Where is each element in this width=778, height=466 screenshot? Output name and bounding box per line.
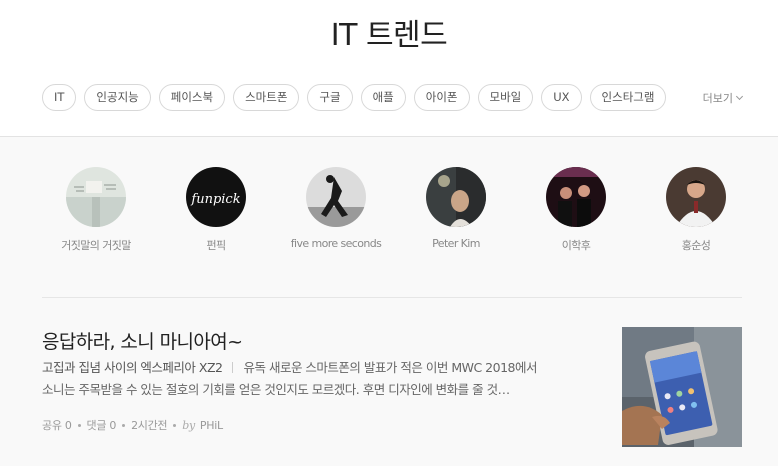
creator-item[interactable]: five more seconds <box>276 167 396 250</box>
creator-name: 홍순성 <box>681 239 711 252</box>
tag-it[interactable]: IT <box>42 84 77 111</box>
creator-list: 거짓말의 거짓말 funpick 펀픽 five more seconds Pe… <box>36 167 756 267</box>
excerpt-text-1: 유독 새로운 스마트폰의 발표가 적은 이번 MWC 2018에서 <box>243 360 537 375</box>
tag-smartphone[interactable]: 스마트폰 <box>233 84 300 111</box>
header: IT 트렌드 IT 인공지능 페이스북 스마트폰 구글 애플 아이폰 모바일 U… <box>0 0 778 137</box>
dot-separator <box>77 424 81 427</box>
author-link[interactable]: PHiL <box>200 419 223 432</box>
tag-list: IT 인공지능 페이스북 스마트폰 구글 애플 아이폰 모바일 UX 인스타그램 <box>42 84 674 111</box>
article-excerpt[interactable]: 고집과 집념 사이의 엑스페리아 XZ2 유독 새로운 스마트폰의 발표가 적은 … <box>42 357 587 401</box>
tag-ux[interactable]: UX <box>541 84 582 111</box>
separator <box>232 362 234 373</box>
excerpt-line-1: 고집과 집념 사이의 엑스페리아 XZ2 유독 새로운 스마트폰의 발표가 적은 … <box>42 357 587 379</box>
avatar: funpick <box>186 167 246 227</box>
more-tags-button[interactable]: 더보기 <box>702 90 744 106</box>
creator-item[interactable]: 홍순성 <box>636 167 756 253</box>
tag-instagram[interactable]: 인스타그램 <box>589 84 667 111</box>
article-subtitle: 고집과 집념 사이의 엑스페리아 XZ2 <box>42 360 223 375</box>
more-label: 더보기 <box>702 92 733 105</box>
tag-apple[interactable]: 애플 <box>360 84 406 111</box>
tag-iphone[interactable]: 아이폰 <box>413 84 470 111</box>
creator-name: 거짓말의 거짓말 <box>61 239 131 252</box>
creator-item[interactable]: funpick 펀픽 <box>156 167 276 253</box>
article-title[interactable]: 응답하라, 소니 마니아여~ <box>42 331 243 353</box>
post-time: 2시간전 <box>131 419 168 432</box>
avatar <box>306 167 366 227</box>
article-meta: 공유 0 댓글 0 2시간전 by PHiL <box>42 417 223 433</box>
avatar <box>66 167 126 227</box>
creator-name: 이학후 <box>561 239 591 252</box>
creator-item[interactable]: Peter Kim <box>396 167 516 250</box>
share-count: 공유 0 <box>42 419 72 432</box>
avatar <box>426 167 486 227</box>
creator-name: 펀픽 <box>206 239 226 252</box>
page-title: IT 트렌드 <box>330 18 448 53</box>
main-content: 거짓말의 거짓말 funpick 펀픽 five more seconds Pe… <box>0 137 778 466</box>
creator-item[interactable]: 거짓말의 거짓말 <box>36 167 156 253</box>
by-label: by <box>182 419 195 432</box>
tag-facebook[interactable]: 페이스북 <box>158 84 226 111</box>
chevron-down-icon <box>735 92 744 101</box>
dot-separator <box>173 424 177 427</box>
comment-count: 댓글 0 <box>86 419 117 432</box>
article-thumbnail[interactable] <box>622 327 742 447</box>
creator-name: five more seconds <box>290 237 382 250</box>
divider <box>42 297 742 298</box>
avatar-logo-text: funpick <box>190 192 240 207</box>
creator-item[interactable]: 이학후 <box>516 167 636 253</box>
tag-ai[interactable]: 인공지능 <box>84 84 151 111</box>
excerpt-line-2: 소니는 주목받을 수 있는 절호의 기회를 얻은 것인지도 모르겠다. 후면 디… <box>42 382 510 397</box>
creator-name: Peter Kim <box>432 237 480 250</box>
avatar <box>546 167 606 227</box>
tag-mobile[interactable]: 모바일 <box>477 84 534 111</box>
tag-google[interactable]: 구글 <box>307 84 353 111</box>
avatar <box>666 167 726 227</box>
dot-separator <box>122 424 126 427</box>
article-card[interactable]: 응답하라, 소니 마니아여~ 고집과 집념 사이의 엑스페리아 XZ2 유독 새로… <box>42 327 742 457</box>
